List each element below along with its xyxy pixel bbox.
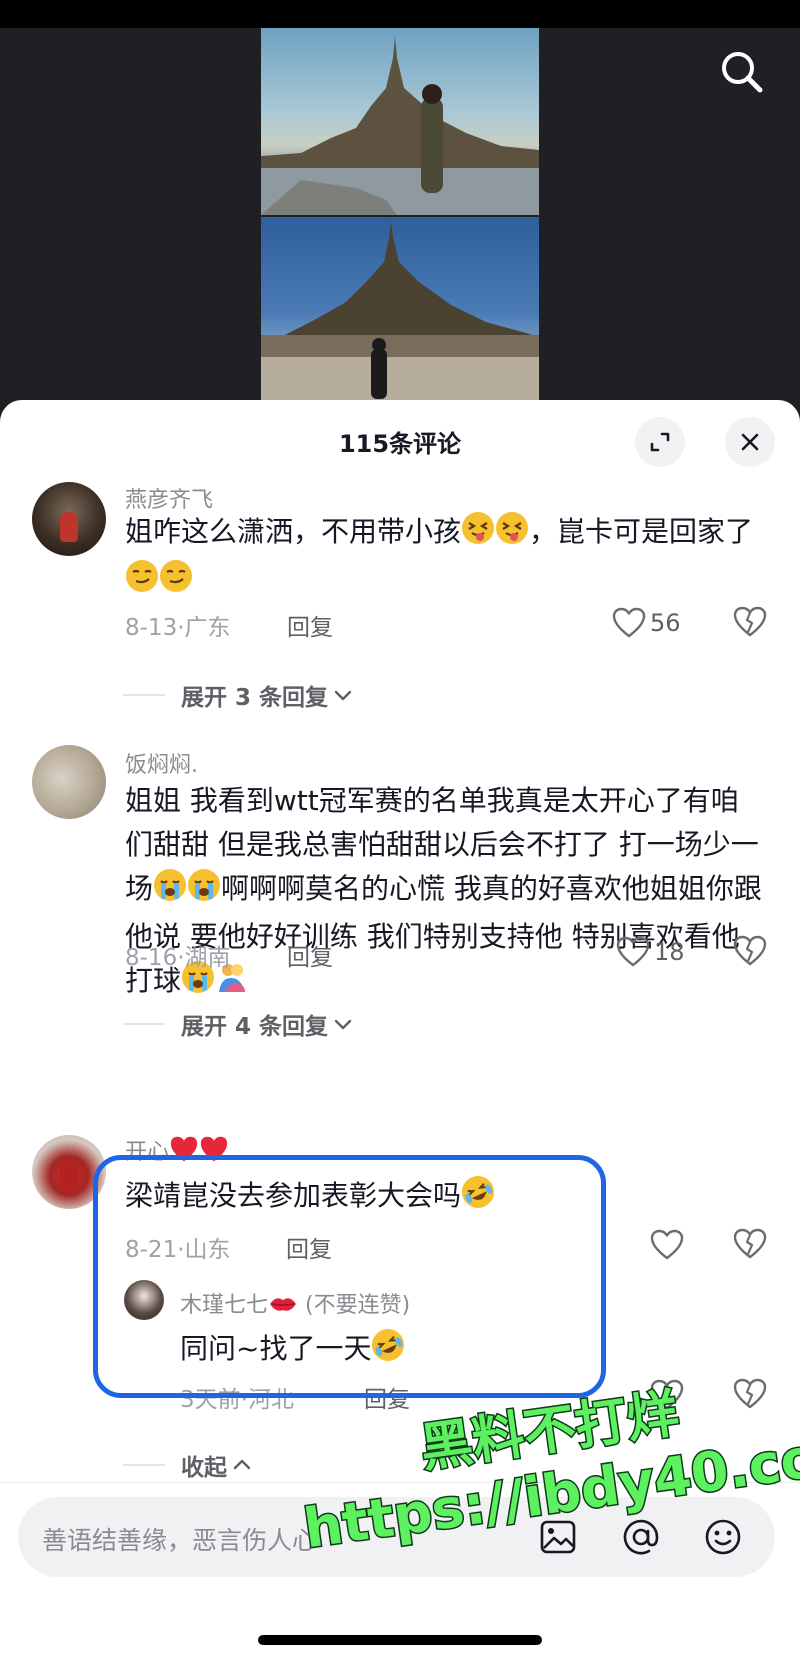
like-count: 56 [650, 609, 681, 637]
comment-text-tail: ，崑卡可是回家了 [529, 515, 754, 548]
expand-replies-label: 展开 4 条回复 [181, 1014, 329, 1040]
heart-icon [612, 607, 646, 638]
comment-username[interactable]: 饭焖焖. [125, 747, 198, 779]
like-count: 18 [654, 938, 685, 966]
input-divider [0, 1482, 800, 1483]
comment-meta: 8-13·广东 [125, 615, 231, 641]
comment-date: 8-16 [125, 945, 178, 971]
reply-user-tag: (不要连赞) [305, 1293, 411, 1318]
smirk-emoji-icon [159, 559, 193, 606]
status-bar [0, 0, 800, 28]
dislike-button[interactable] [733, 935, 767, 969]
expand-divider [123, 1464, 165, 1466]
avatar[interactable] [32, 745, 106, 819]
like-button[interactable]: 56 [612, 606, 681, 640]
red-heart-icon [199, 1135, 229, 1169]
comment-location: 山东 [184, 1237, 231, 1263]
chevron-up-icon [233, 1459, 251, 1470]
expand-replies-label: 展开 3 条回复 [181, 685, 329, 711]
avatar[interactable] [32, 482, 106, 556]
comment-text-main: 姐咋这么潇洒，不用带小孩 [125, 515, 462, 548]
expand-divider [123, 1023, 165, 1025]
reply-avatar[interactable] [124, 1280, 164, 1320]
avatar[interactable] [32, 1135, 106, 1209]
comment-location: 湖南 [184, 945, 231, 971]
comment-text: 姐咋这么潇洒，不用带小孩 ，崑卡可是回家了 [125, 510, 765, 606]
reply-button[interactable]: 回复 [286, 1230, 332, 1264]
comment-text: 梁靖崑没去参加表彰大会吗 [125, 1174, 765, 1222]
chevron-down-icon [334, 1019, 352, 1030]
reply-location: 河北 [247, 1387, 294, 1413]
comment-date: 8-13 [125, 615, 178, 641]
sheet-header: 115条评论 [0, 400, 800, 482]
broken-heart-icon [733, 606, 767, 637]
fullscreen-button[interactable] [635, 417, 685, 467]
smirk-emoji-icon [125, 559, 159, 606]
comment-meta: 8-21·山东 [125, 1237, 231, 1263]
chevron-down-icon [334, 690, 352, 701]
comment-input-bar[interactable]: 善语结善缘，恶言伤人心 [18, 1497, 775, 1577]
heart-icon [616, 936, 650, 967]
home-indicator[interactable] [258, 1635, 542, 1645]
broken-heart-icon [733, 1228, 767, 1259]
reply-button[interactable]: 回复 [364, 1380, 410, 1414]
collapse-replies-button[interactable]: 收起 [123, 1448, 253, 1482]
reply-text-main: 同问~找了一天 [180, 1332, 372, 1365]
like-button[interactable]: 18 [616, 935, 685, 969]
expand-replies-button[interactable]: 展开 3 条回复 [123, 678, 354, 712]
emoji-icon[interactable] [703, 1517, 743, 1557]
expand-replies-button[interactable]: 展开 4 条回复 [123, 1007, 354, 1041]
broken-heart-icon [733, 1378, 767, 1409]
reply-date: 3天前 [180, 1387, 241, 1413]
kiss-lips-icon [268, 1292, 298, 1322]
broken-heart-icon [733, 935, 767, 966]
reply-text: 同问~找了一天 [180, 1327, 405, 1369]
dislike-button[interactable] [733, 1228, 767, 1262]
dislike-button[interactable] [733, 606, 767, 640]
reply-button[interactable]: 回复 [287, 938, 333, 972]
search-icon[interactable] [718, 48, 766, 96]
rofl-emoji-icon [371, 1328, 405, 1369]
reply-username[interactable]: 木瑾七七 (不要连赞) [180, 1287, 410, 1322]
photo-mont-saint-michel-top [261, 28, 539, 215]
expand-icon [650, 432, 670, 452]
heart-icon [650, 1229, 684, 1260]
squinting-tongue-emoji-icon [461, 511, 495, 558]
dislike-button[interactable] [733, 1378, 767, 1412]
reply-meta: 3天前·河北 [180, 1387, 294, 1413]
comment-username[interactable]: 开心 [125, 1134, 229, 1169]
comment-text-main: 梁靖崑没去参加表彰大会吗 [125, 1179, 462, 1212]
image-icon[interactable] [538, 1517, 578, 1557]
reply-button[interactable]: 回复 [287, 608, 333, 642]
close-button[interactable] [725, 417, 775, 467]
crying-emoji-icon [153, 868, 187, 915]
collapse-replies-label: 收起 [181, 1455, 227, 1481]
crying-emoji-icon [187, 868, 221, 915]
red-heart-icon [169, 1135, 199, 1169]
rofl-emoji-icon [461, 1175, 495, 1222]
heart-icon [650, 1379, 684, 1410]
reply-username-text: 木瑾七七 [180, 1293, 269, 1318]
like-button[interactable] [650, 1378, 684, 1412]
comment-username-text: 开心 [125, 1140, 170, 1165]
comment-meta: 8-16·湖南 [125, 945, 231, 971]
expand-divider [123, 694, 165, 696]
comment-location: 广东 [184, 615, 231, 641]
squinting-tongue-emoji-icon [495, 511, 529, 558]
comment-date: 8-21 [125, 1237, 178, 1263]
mention-icon[interactable] [621, 1517, 661, 1557]
close-icon [741, 433, 759, 451]
comment-text: 姐姐 我看到wtt冠军赛的名单我真是太开心了有咱们甜甜 但是我总害怕甜甜以后会不… [125, 779, 765, 1007]
photo-mont-saint-michel-bottom [261, 217, 539, 407]
comment-input-placeholder[interactable]: 善语结善缘，恶言伤人心 [42, 1521, 317, 1557]
like-button[interactable] [650, 1228, 684, 1262]
video-area[interactable] [0, 28, 800, 408]
